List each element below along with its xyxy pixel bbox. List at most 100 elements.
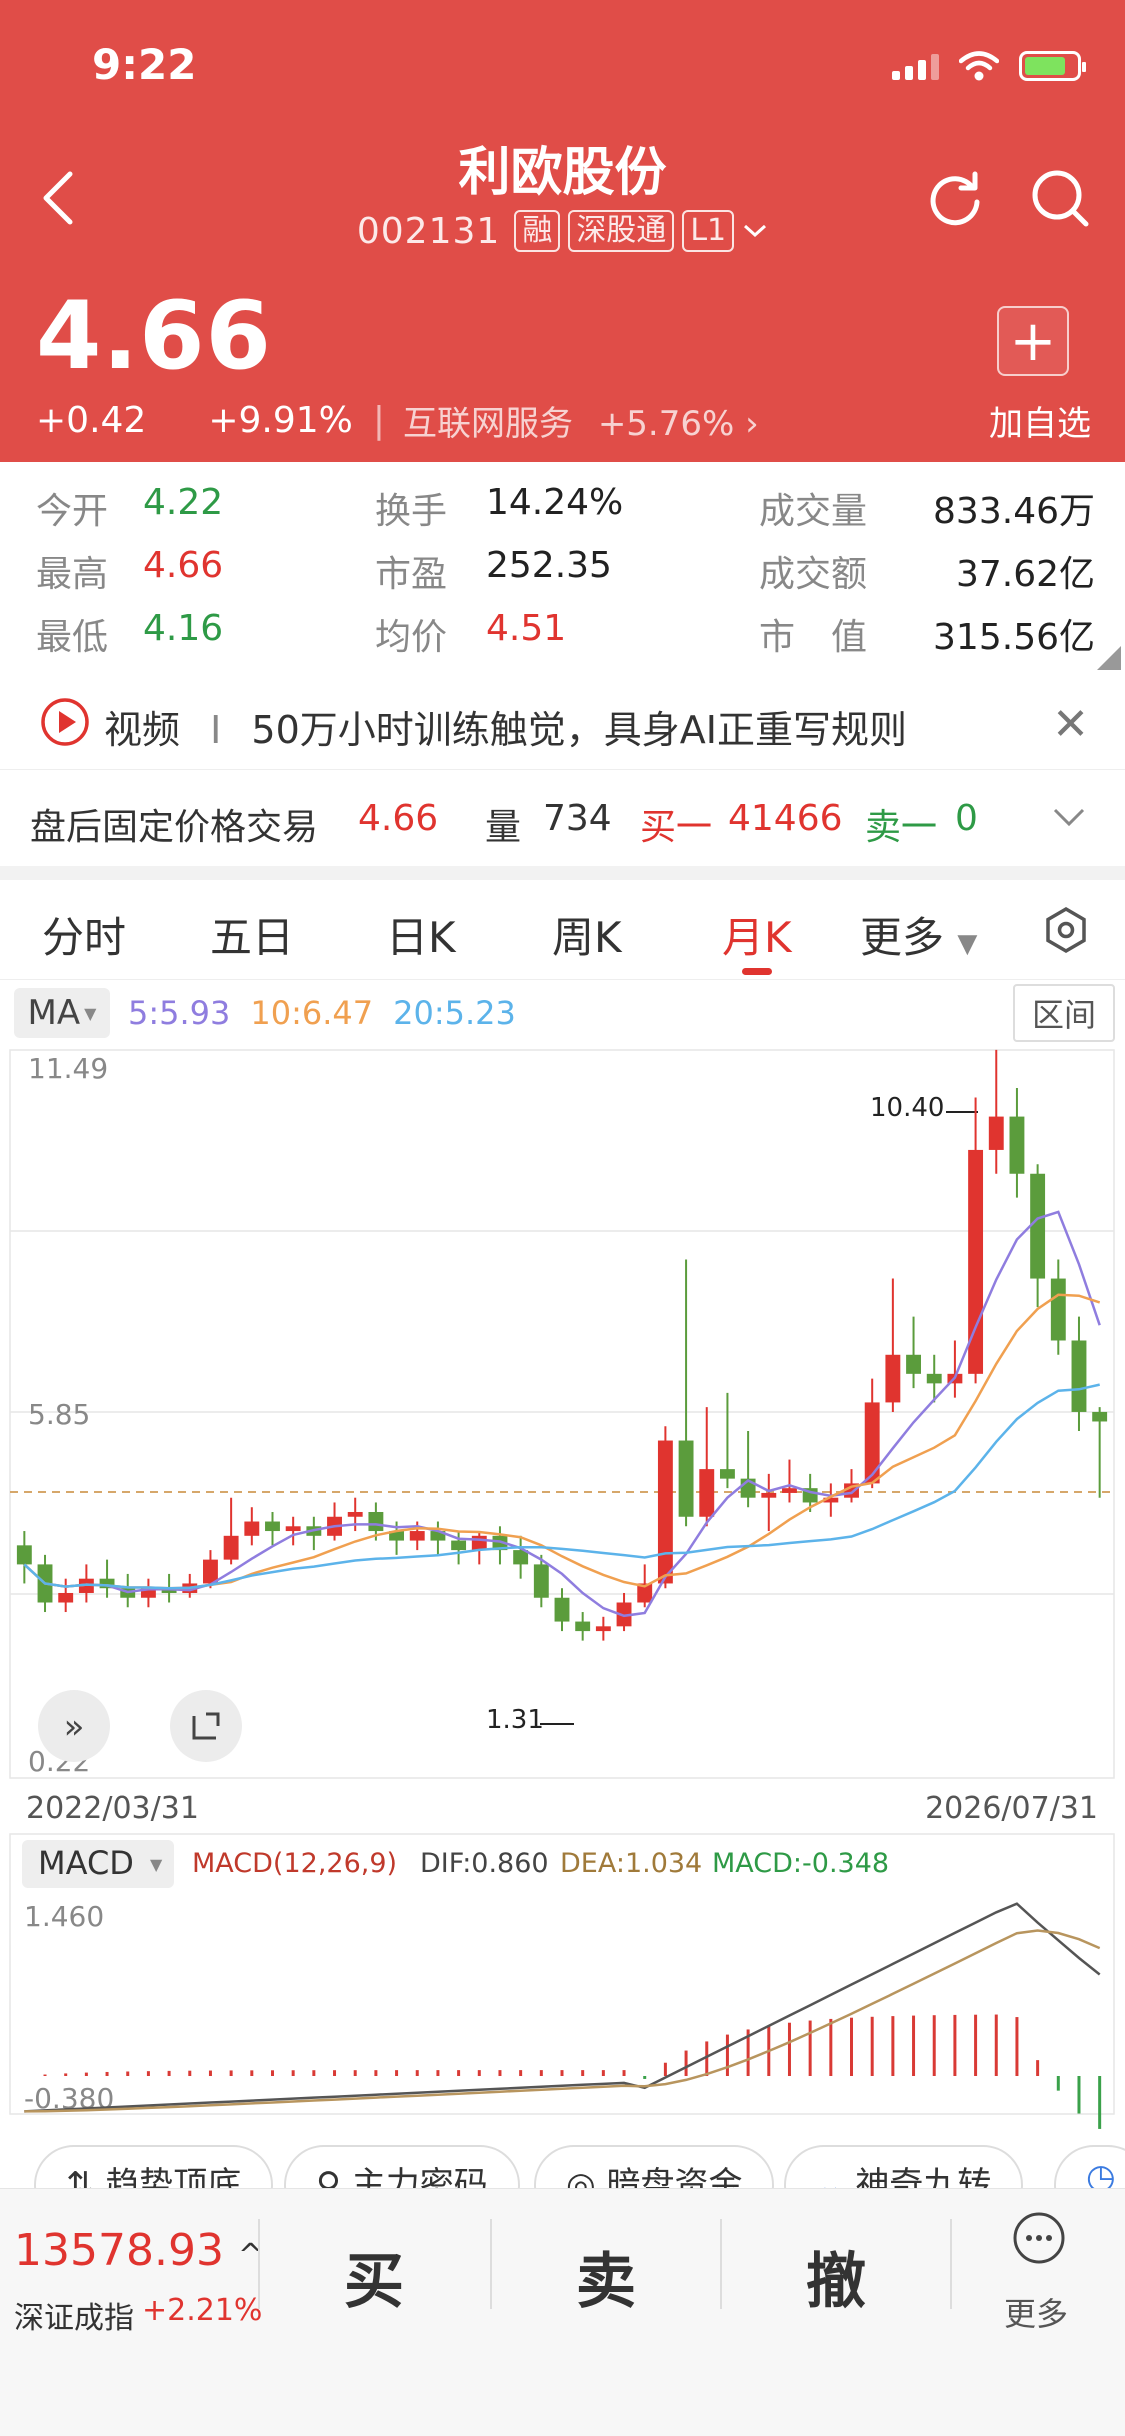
feature-nineturn-button[interactable]: ⌄ 神奇九转 [784, 2145, 1024, 2189]
candle-body [1092, 1411, 1108, 1422]
candle-body [657, 1440, 673, 1584]
ma10-line [23, 1293, 1101, 1590]
turnover-value: 14.24% [486, 482, 624, 523]
candle-body [244, 1521, 260, 1536]
close-icon[interactable]: ✕ [1052, 699, 1089, 750]
macd-params: MACD(12,26,9) [192, 1848, 397, 1879]
double-chevron-icon: » [64, 1707, 85, 1747]
candle-body [223, 1535, 239, 1560]
fullscreen-button[interactable] [170, 1690, 242, 1762]
level-badge: L1 [682, 210, 735, 252]
feature-nineturn-label: 神奇九转 [855, 2165, 992, 2189]
low-value: 4.16 [143, 608, 224, 649]
sell1-value: 0 [955, 798, 978, 839]
tab-intraday[interactable]: 分时 [42, 904, 126, 965]
current-price: 4.66 [36, 282, 272, 391]
mcap-label: 市 值 [759, 617, 868, 658]
macd-top-label: 1.460 [24, 1900, 104, 1933]
after-hours-row[interactable]: 盘后固定价格交易 4.66 量 734 买一 41466 卖一 0 [0, 772, 1125, 867]
tab-daily-k[interactable]: 日K [386, 904, 456, 965]
key-icon: ⚲ [316, 2165, 341, 2189]
after-hours-vol-label: 量 [485, 807, 522, 848]
candle-body [1071, 1340, 1087, 1412]
buy-button[interactable]: 买 [344, 2233, 404, 2320]
news-banner[interactable]: 视频 I 50万小时训练触觉，具身AI正重写规则 ✕ [0, 675, 1125, 770]
add-watchlist-button[interactable]: + [997, 306, 1069, 376]
refresh-icon[interactable] [925, 168, 987, 230]
candle-body [926, 1373, 942, 1384]
pe-label: 市盈 [375, 554, 448, 595]
dif-line [24, 1902, 1101, 2113]
turnover-label: 换手 [375, 491, 448, 532]
quote-row: 最高 4.66 市盈 252.35 成交额 37.62亿 [0, 545, 1125, 605]
range-button[interactable]: 区间 [1013, 984, 1115, 1042]
connect-badge: 深股通 [568, 210, 675, 252]
index-name: 深证成指 [14, 2301, 134, 2336]
y-label-top: 11.49 [28, 1052, 108, 1085]
amount-label: 成交额 [759, 554, 868, 595]
news-text: 视频 I 50万小时训练触觉，具身AI正重写规则 [104, 699, 907, 754]
collapse-button[interactable]: » [38, 1690, 110, 1762]
low-price-label: 1.31 [486, 1705, 544, 1735]
industry-name: 互联网服务 [403, 404, 573, 444]
after-hours-vol: 734 [543, 798, 612, 839]
industry-link[interactable]: 互联网服务 +5.76% › [403, 396, 759, 445]
quote-panel: 今开 4.22 换手 14.24% 成交量 833.46万 最高 4.66 市盈… [0, 462, 1125, 670]
feature-more-button[interactable]: ◷ [1054, 2145, 1125, 2189]
buy1-value: 41466 [728, 798, 843, 839]
feature-mainforce-button[interactable]: ⚲ 主力密码 [284, 2145, 520, 2189]
feature-darkpool-label: 暗盘资金 [606, 2165, 743, 2189]
tab-more[interactable]: 更多 ▼ [860, 904, 977, 965]
expand-corner-icon[interactable] [1097, 646, 1121, 670]
chevron-down-icon[interactable] [1051, 788, 1087, 858]
ma-lines-group [23, 1210, 1101, 1618]
cancel-button[interactable]: 撤 [806, 2233, 866, 2320]
candle-body [16, 1545, 32, 1565]
wifi-icon [959, 51, 999, 81]
buy1-label: 买一 [640, 807, 713, 848]
candle-body [575, 1621, 591, 1632]
after-hours-price: 4.66 [358, 798, 439, 839]
candle-body [699, 1469, 715, 1517]
settings-icon[interactable] [1044, 906, 1088, 954]
sell-button[interactable]: 卖 [576, 2233, 636, 2320]
open-label: 今开 [36, 491, 109, 532]
dea-value: DEA:1.034 [560, 1848, 702, 1879]
more-label[interactable]: 更多 [1004, 2289, 1068, 2335]
feature-trend-button[interactable]: ⇅ 趋势顶底 [34, 2145, 274, 2189]
pe-value: 252.35 [486, 545, 612, 586]
candle-body [533, 1564, 549, 1598]
tab-monthly-k[interactable]: 月K [722, 904, 792, 965]
divider: | [372, 400, 385, 441]
avg-label: 均价 [375, 617, 448, 658]
ma-selector[interactable]: MA ▼ [14, 988, 110, 1038]
more-button[interactable] [1004, 2211, 1074, 2269]
amount-value: 37.62亿 [955, 554, 1095, 595]
feature-darkpool-button[interactable]: ◎ 暗盘资金 [534, 2145, 775, 2189]
search-icon[interactable] [1030, 168, 1092, 230]
dif-value: DIF:0.860 [420, 1848, 549, 1879]
mcap-value: 315.56亿 [933, 617, 1095, 658]
section-divider [0, 866, 1125, 880]
status-time: 9:22 [92, 40, 197, 89]
divider [720, 2219, 722, 2309]
candle-body [782, 1488, 797, 1493]
add-watchlist-label[interactable]: 加自选 [989, 396, 1091, 445]
kline-chart[interactable]: 11.49 5.85 0.22 2022/03/31 2026/07/31 10… [0, 1048, 1125, 2178]
tab-weekly-k[interactable]: 周K [552, 904, 622, 965]
candle-body [265, 1521, 280, 1532]
chevron-down-icon [744, 224, 767, 238]
volume-label: 成交量 [759, 491, 868, 532]
tab-five-day[interactable]: 五日 [210, 904, 294, 965]
price-change: +0.42 [36, 400, 147, 441]
signal-icon [892, 52, 939, 80]
bottom-trade-bar: 13578.93 ^ 深证成指 +2.21% 买 卖 撤 更多 [0, 2188, 1125, 2436]
index-value: 13578.93 ^ [14, 2225, 263, 2276]
candle-body [285, 1526, 301, 1532]
ma10-value: 10:6.47 [250, 994, 374, 1032]
quote-row: 今开 4.22 换手 14.24% 成交量 833.46万 [0, 482, 1125, 542]
volume-value: 833.46万 [933, 491, 1095, 532]
clock-icon: ◷ [1086, 2157, 1116, 2189]
candle-body [1050, 1278, 1066, 1341]
stock-code: 002131 [356, 210, 501, 252]
